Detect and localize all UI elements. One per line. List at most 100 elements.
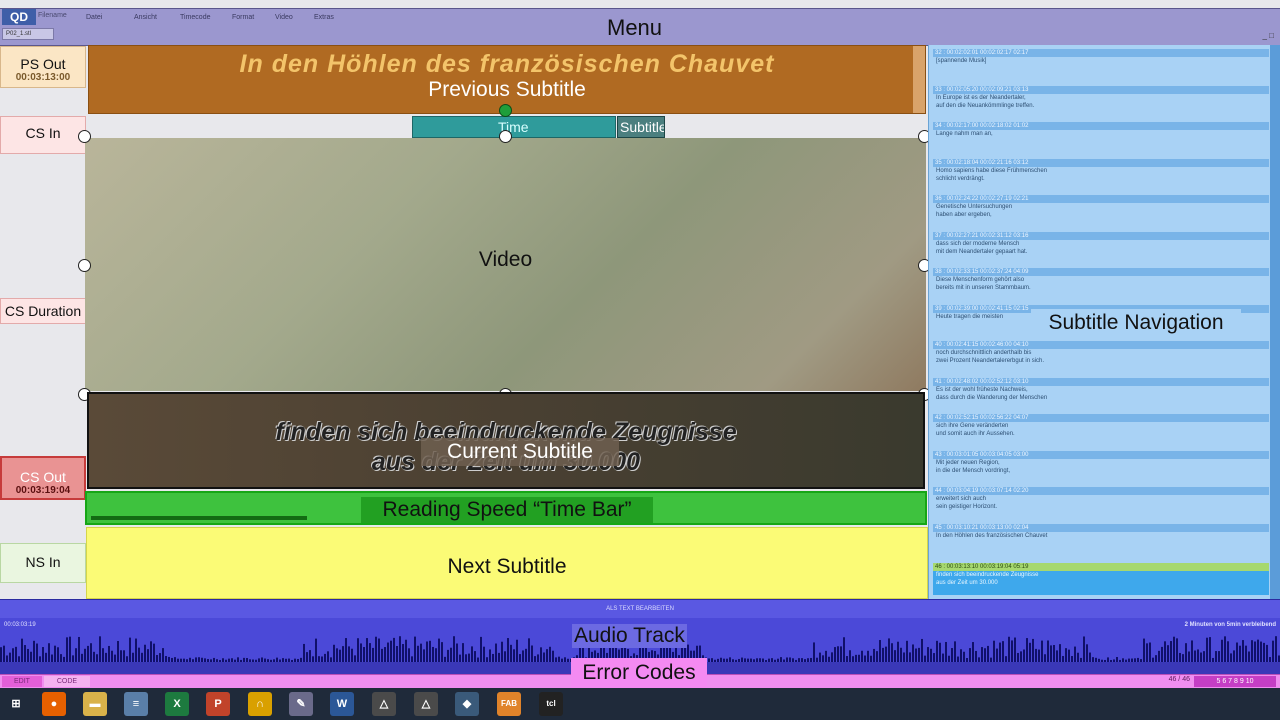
- audio-track-header[interactable]: ALS TEXT BEARBEITEN: [0, 600, 1280, 618]
- waveform-sample: [3, 645, 5, 662]
- powerpoint-icon[interactable]: P: [206, 692, 230, 716]
- cs-out-label: CS Out: [20, 469, 66, 485]
- waveform-sample: [1008, 636, 1010, 662]
- waveform-sample: [324, 653, 326, 662]
- waveform-sample: [1164, 641, 1166, 662]
- current-subtitle-out-box[interactable]: CS Out 00:03:19:04: [0, 456, 86, 500]
- waveform-sample: [951, 648, 953, 662]
- waveform-sample: [1209, 637, 1211, 662]
- video-player[interactable]: Video: [85, 138, 926, 391]
- subtitle-list-item[interactable]: 33 : 00:02:05:20 00:02:09:21 03:13 In Eur…: [933, 85, 1269, 120]
- waveform-sample: [984, 648, 986, 662]
- menu-item-extras[interactable]: Extras: [314, 14, 334, 21]
- waveform-sample: [12, 648, 14, 662]
- next-subtitle-in-box[interactable]: NS In: [0, 543, 86, 583]
- waveform-sample: [996, 648, 998, 662]
- waveform-sample: [336, 648, 338, 662]
- paint-icon[interactable]: ✎: [289, 692, 313, 716]
- waveform-sample: [48, 643, 50, 662]
- menu-item-format[interactable]: Format: [232, 14, 254, 21]
- waveform-sample: [1047, 640, 1049, 662]
- subtitle-list-item[interactable]: 40 : 00:02:41:15 00:02:46:00 04:10 noch d…: [933, 341, 1269, 375]
- resize-handle-top-left[interactable]: [78, 130, 91, 143]
- subtitle-list-item[interactable]: 37 : 00:02:27:21 00:02:31:12 03:16 dass s…: [933, 231, 1269, 266]
- subtitle-list-item-header: 36 : 00:02:24:22 00:02:27:19 02:21: [933, 195, 1269, 203]
- waveform-sample: [96, 654, 98, 662]
- waveform-sample: [543, 652, 545, 662]
- menu-item-video[interactable]: Video: [275, 14, 293, 21]
- windows-start-icon[interactable]: ⊞: [4, 692, 28, 716]
- waveform-sample: [393, 637, 395, 662]
- previous-subtitle-scrollbar[interactable]: [913, 46, 925, 113]
- subtitle-list-item-header: 40 : 00:02:41:15 00:02:46:00 04:10: [933, 341, 1269, 349]
- timecode-toolbar[interactable]: Time: [412, 116, 616, 138]
- waveform-sample: [1155, 655, 1157, 662]
- file-tab[interactable]: P02_1.stl: [2, 28, 54, 40]
- subtitle-list-item[interactable]: 44 : 00:03:04:19 00:03:07:14 02:20 erweit…: [933, 487, 1269, 521]
- waveform-sample: [867, 650, 869, 662]
- subtitle-list-item[interactable]: 36 : 00:02:24:22 00:02:27:19 02:21 Geneti…: [933, 195, 1269, 229]
- waveform-sample: [1158, 650, 1160, 662]
- subtitle-number-box[interactable]: Subtitle N: [617, 116, 665, 138]
- waveform-sample: [1203, 651, 1205, 662]
- file-explorer-icon[interactable]: ▬: [83, 692, 107, 716]
- word-icon[interactable]: W: [330, 692, 354, 716]
- subtitle-navigation-scrollbar[interactable]: [1270, 45, 1280, 599]
- selected-entry-line-1: finden sich beeindruckende Zeugnisse: [936, 572, 1039, 578]
- current-subtitle-duration-box[interactable]: CS Duration: [0, 298, 86, 324]
- subtitle-list-item[interactable]: 43 : 00:03:01:05 00:03:04:05 03:00 Mit je…: [933, 450, 1269, 485]
- menu-item-datei[interactable]: Datei: [86, 14, 102, 21]
- tcl-icon[interactable]: tcl: [539, 692, 563, 716]
- resize-handle-left[interactable]: [78, 259, 91, 272]
- cs-duration-label: CS Duration: [4, 303, 82, 319]
- waveform-sample: [1263, 642, 1265, 662]
- window-controls[interactable]: _ □: [1262, 31, 1274, 40]
- waveform-sample: [456, 643, 458, 662]
- tool-icon-1[interactable]: △: [372, 692, 396, 716]
- waveform-sample: [1002, 641, 1004, 662]
- waveform-sample: [1074, 646, 1076, 662]
- word-icon-glyph: W: [336, 698, 348, 710]
- waveform-sample: [495, 643, 497, 662]
- waveform-sample: [129, 637, 131, 662]
- notepad-icon[interactable]: ≡: [124, 692, 148, 716]
- subtitle-list-item[interactable]: 34 : 00:02:17:00 00:02:18:02 01:02 Lange …: [933, 122, 1269, 156]
- menu-item-ansicht[interactable]: Ansicht: [134, 14, 157, 21]
- waveform-sample: [111, 650, 113, 662]
- waveform-sample: [918, 647, 920, 662]
- subtitle-list-item[interactable]: 32 : 00:02:02:01 00:02:02:17 02:17 [spann…: [933, 49, 1269, 83]
- subtitle-list-item-selected[interactable]: 46 : 00:03:13:10 00:03:19:04 05:19 finde…: [933, 563, 1269, 595]
- cube-icon[interactable]: ◆: [455, 692, 479, 716]
- error-tab-edit[interactable]: EDIT: [2, 676, 42, 687]
- waveform-sample: [903, 652, 905, 662]
- headset-icon[interactable]: ∩: [248, 692, 272, 716]
- next-subtitle-panel[interactable]: Next Subtitle: [86, 527, 928, 599]
- subtitle-list-item-line-1: [spannende Musik]: [936, 58, 987, 64]
- error-tab-code[interactable]: CODE: [44, 676, 90, 687]
- firefox-icon[interactable]: ●: [42, 692, 66, 716]
- current-subtitle-editor[interactable]: finden sich beeindruckende Zeugnisse aus…: [87, 392, 925, 489]
- subtitle-list-item[interactable]: 38 : 00:02:33:15 00:02:37:24 04:09 Diese …: [933, 268, 1269, 302]
- subtitle-list-item[interactable]: 45 : 00:03:10:21 00:03:13:00 02:04 In den…: [933, 523, 1269, 558]
- subtitle-navigation-panel[interactable]: 32 : 00:02:02:01 00:02:02:17 02:17 [spann…: [928, 45, 1280, 599]
- current-subtitle-in-box[interactable]: CS In: [0, 116, 86, 154]
- fab-icon[interactable]: FAB: [497, 692, 521, 716]
- subtitle-list-item[interactable]: 41 : 00:02:48:02 00:02:52:12 03:10 Es ist…: [933, 377, 1269, 412]
- waveform-sample: [999, 642, 1001, 662]
- excel-icon[interactable]: X: [165, 692, 189, 716]
- previous-subtitle-out-box[interactable]: PS Out 00:03:13:00: [0, 46, 86, 88]
- waveform-sample: [1173, 636, 1175, 662]
- subtitle-list-item[interactable]: 35 : 00:02:18:04 00:02:21:16 03:12 Homo s…: [933, 158, 1269, 193]
- waveform-sample: [549, 646, 551, 662]
- waveform-sample: [525, 648, 527, 662]
- tool-icon-2[interactable]: △: [414, 692, 438, 716]
- resize-handle-top[interactable]: [499, 130, 512, 143]
- waveform-sample: [873, 648, 875, 662]
- subtitle-list-item[interactable]: 42 : 00:02:52:15 00:02:56:22 04:07 sich i…: [933, 414, 1269, 448]
- rotate-handle[interactable]: [499, 104, 512, 117]
- waveform-sample: [1245, 645, 1247, 662]
- error-code-list[interactable]: 5 6 7 8 9 10: [1194, 676, 1276, 687]
- menu-item-timecode[interactable]: Timecode: [180, 14, 210, 21]
- waveform-sample: [894, 650, 896, 662]
- waveform-sample: [441, 642, 443, 662]
